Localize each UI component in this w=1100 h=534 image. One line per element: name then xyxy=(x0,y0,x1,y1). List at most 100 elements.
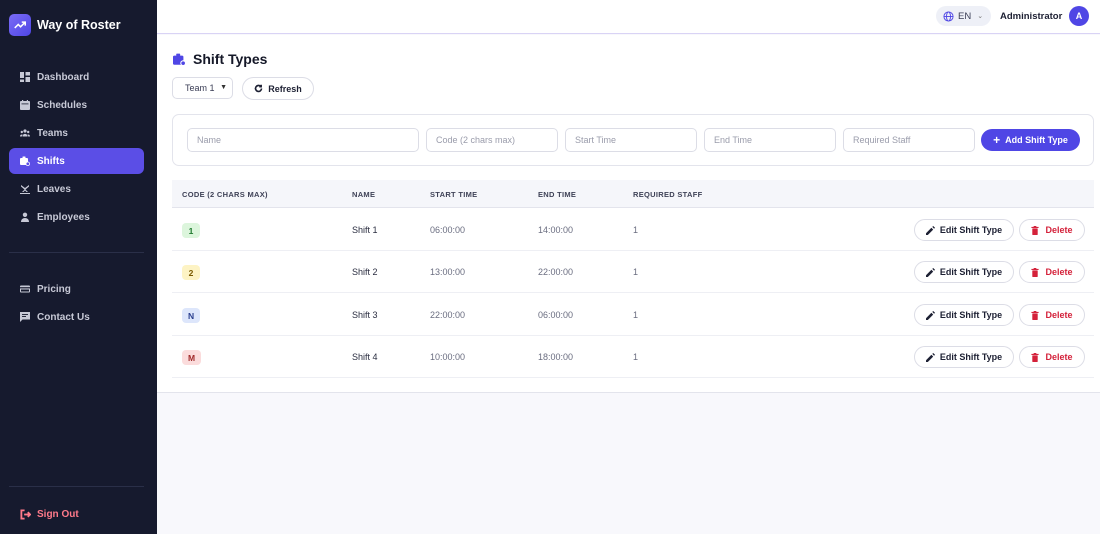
sidebar-divider xyxy=(9,252,144,253)
start-time: 22:00:00 xyxy=(430,310,466,320)
table-row: 1 Shift 1 06:00:00 14:00:00 1 Edit Shift Type… xyxy=(172,209,1094,251)
delete-label: Delete xyxy=(1045,267,1073,277)
name-input[interactable] xyxy=(187,128,419,152)
edit-shift-type-button[interactable]: Edit Shift Type xyxy=(914,304,1014,326)
teams-icon xyxy=(20,128,30,138)
globe-icon xyxy=(943,10,954,22)
sidebar-item-label: Contact Us xyxy=(37,311,90,323)
delete-label: Delete xyxy=(1045,352,1073,362)
refresh-button[interactable]: Refresh xyxy=(242,77,314,100)
sidebar-item-dashboard[interactable]: Dashboard xyxy=(9,64,144,90)
required-staff: 1 xyxy=(633,352,639,362)
add-shift-type-button[interactable]: + Add Shift Type xyxy=(981,129,1080,151)
topbar: EN ⌄ Administrator A xyxy=(157,0,1100,34)
start-time: 06:00:00 xyxy=(430,225,466,235)
delete-button[interactable]: Delete xyxy=(1019,219,1085,241)
sidebar-item-shifts[interactable]: Shifts xyxy=(9,148,144,174)
trash-icon xyxy=(1031,310,1040,320)
shift-name: Shift 1 xyxy=(352,225,378,235)
required-staff-input[interactable] xyxy=(843,128,975,152)
required-staff: 1 xyxy=(633,225,639,235)
delete-button[interactable]: Delete xyxy=(1019,261,1085,283)
delete-label: Delete xyxy=(1045,310,1073,320)
refresh-icon xyxy=(254,84,263,93)
pencil-icon xyxy=(925,267,935,277)
end-time: 22:00:00 xyxy=(538,267,574,277)
end-time: 14:00:00 xyxy=(538,225,574,235)
add-shift-type-label: Add Shift Type xyxy=(1005,135,1068,145)
sidebar-item-leaves[interactable]: Leaves xyxy=(9,176,144,202)
edit-shift-type-button[interactable]: Edit Shift Type xyxy=(914,219,1014,241)
pencil-icon xyxy=(925,225,935,235)
shift-name: Shift 3 xyxy=(352,310,378,320)
team-select[interactable]: Team 1 ▼ xyxy=(172,77,233,99)
avatar[interactable]: A xyxy=(1069,6,1089,26)
refresh-label: Refresh xyxy=(268,83,302,94)
shifts-icon xyxy=(20,156,30,166)
delete-button[interactable]: Delete xyxy=(1019,346,1085,368)
brand[interactable]: Way of Roster xyxy=(9,14,121,36)
dashboard-icon xyxy=(20,72,30,82)
edit-shift-type-button[interactable]: Edit Shift Type xyxy=(914,261,1014,283)
trending-up-icon xyxy=(9,14,31,36)
pencil-icon xyxy=(925,310,935,320)
language-label: EN xyxy=(958,10,972,22)
column-header-end: END TIME xyxy=(538,190,577,199)
sidebar-item-label: Shifts xyxy=(37,155,65,167)
shift-name: Shift 4 xyxy=(352,352,378,362)
card-icon xyxy=(20,284,30,294)
required-staff: 1 xyxy=(633,267,639,277)
sidebar-item-teams[interactable]: Teams xyxy=(9,120,144,146)
start-time: 13:00:00 xyxy=(430,267,466,277)
table-row: 2 Shift 2 13:00:00 22:00:00 1 Edit Shift Type… xyxy=(172,251,1094,293)
trash-icon xyxy=(1031,352,1040,362)
brand-name: Way of Roster xyxy=(37,18,121,32)
sidebar-item-label: Pricing xyxy=(37,283,71,295)
end-time-input[interactable] xyxy=(704,128,836,152)
language-switcher[interactable]: EN ⌄ xyxy=(936,6,991,26)
chat-icon xyxy=(20,312,30,322)
plus-icon: + xyxy=(993,133,1001,147)
table-row: M Shift 4 10:00:00 18:00:00 1 Edit Shift Type… xyxy=(172,336,1094,378)
sidebar-item-label: Teams xyxy=(37,127,68,139)
shift-name: Shift 2 xyxy=(352,267,378,277)
logout-icon xyxy=(20,508,31,520)
sidebar-item-schedules[interactable]: Schedules xyxy=(9,92,144,118)
column-header-start: START TIME xyxy=(430,190,478,199)
page-header: Shift Types xyxy=(173,51,267,67)
edit-shift-type-button[interactable]: Edit Shift Type xyxy=(914,346,1014,368)
sidebar-nav: Dashboard Schedules Teams Shifts Leaves … xyxy=(9,64,144,232)
sidebar-item-label: Schedules xyxy=(37,99,88,111)
sign-out-label: Sign Out xyxy=(37,508,79,520)
edit-label: Edit Shift Type xyxy=(939,352,1003,362)
trash-icon xyxy=(1031,267,1040,277)
sidebar-item-contact[interactable]: Contact Us xyxy=(9,304,144,330)
code-input[interactable] xyxy=(426,128,558,152)
code-badge: M xyxy=(182,350,202,365)
sidebar-item-label: Leaves xyxy=(37,183,71,195)
person-icon xyxy=(20,212,30,222)
code-badge: 2 xyxy=(182,265,200,280)
pencil-icon xyxy=(925,352,935,362)
leaves-icon xyxy=(20,184,30,194)
sidebar: Way of Roster Dashboard Schedules Teams … xyxy=(0,0,157,534)
team-select-value: Team 1 xyxy=(185,83,215,93)
sidebar-item-employees[interactable]: Employees xyxy=(9,204,144,230)
add-shift-form: + Add Shift Type xyxy=(172,114,1094,166)
delete-button[interactable]: Delete xyxy=(1019,304,1085,326)
end-time: 06:00:00 xyxy=(538,310,574,320)
code-badge: N xyxy=(182,308,201,323)
edit-label: Edit Shift Type xyxy=(939,310,1003,320)
sidebar-item-pricing[interactable]: Pricing xyxy=(9,276,144,302)
start-time: 10:00:00 xyxy=(430,352,466,362)
delete-label: Delete xyxy=(1045,225,1073,235)
end-time: 18:00:00 xyxy=(538,352,574,362)
required-staff: 1 xyxy=(633,310,639,320)
column-header-staff: REQUIRED STAFF xyxy=(633,190,703,199)
start-time-input[interactable] xyxy=(565,128,697,152)
user-name: Administrator xyxy=(1000,11,1063,22)
sidebar-divider xyxy=(9,486,144,487)
edit-label: Edit Shift Type xyxy=(939,225,1003,235)
sign-out-button[interactable]: Sign Out xyxy=(9,501,144,527)
chevron-down-icon: ▼ xyxy=(220,84,227,91)
